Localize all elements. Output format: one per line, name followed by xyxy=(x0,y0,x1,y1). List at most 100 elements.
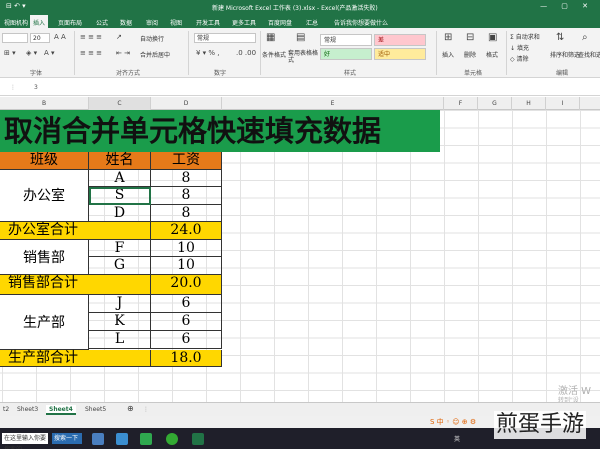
number-format-select[interactable]: 常规 xyxy=(194,33,256,43)
sort-filter-button[interactable]: 排序和筛选 xyxy=(550,50,580,59)
name-cell[interactable]: G xyxy=(89,257,151,275)
delete-cells-icon[interactable]: ⊟ xyxy=(466,32,474,43)
currency-icon[interactable]: ¥ ▾ % , xyxy=(196,49,220,57)
salary-cell[interactable]: 6 xyxy=(151,331,222,350)
salary-cell[interactable]: 8 xyxy=(151,187,222,205)
style-neutral[interactable]: 适中 xyxy=(374,48,426,60)
header-class[interactable]: 班级 xyxy=(0,152,89,170)
column-header-d[interactable]: D xyxy=(151,97,222,110)
tab-baidu-netdisk[interactable]: 百度网盘 xyxy=(268,18,292,27)
name-cell[interactable]: F xyxy=(89,239,151,257)
header-salary[interactable]: 工资 xyxy=(151,152,222,170)
name-cell[interactable]: J xyxy=(89,294,151,313)
title-banner[interactable]: 取消合并单元格快速填充数据 xyxy=(0,110,440,152)
header-name[interactable]: 姓名 xyxy=(89,152,151,170)
column-header-h[interactable]: H xyxy=(512,97,546,110)
delete-button[interactable]: 删除 xyxy=(464,50,476,59)
format-cells-icon[interactable]: ▣ xyxy=(488,32,497,43)
format-as-table-button[interactable]: 套用表格格式 xyxy=(288,50,318,64)
style-good[interactable]: 好 xyxy=(320,48,372,60)
wrap-text-button[interactable]: 自动换行 xyxy=(140,34,164,43)
taskbar-search-input[interactable]: 在这里输入你要搜索的 xyxy=(2,433,48,449)
tab-data[interactable]: 数据 xyxy=(120,18,132,27)
tab-home[interactable]: 插入 xyxy=(30,15,49,28)
column-header-f[interactable]: F xyxy=(444,97,478,110)
table-format-icon[interactable]: ▤ xyxy=(296,32,305,43)
table-row: F 10 xyxy=(0,239,222,257)
find-select-button[interactable]: 查找和选择 xyxy=(578,50,600,59)
tab-page-layout[interactable]: 页面布局 xyxy=(58,18,82,27)
name-cell[interactable]: D xyxy=(89,204,151,222)
fill-color-icon[interactable]: ◈ ▾ xyxy=(26,49,37,57)
ime-icon[interactable]: S 中 ◦ ☺ ⊕ ⚙ xyxy=(430,417,476,427)
tell-me-search[interactable]: 告诉我你想要做什么 xyxy=(334,18,388,27)
orientation-icon[interactable]: ↗ xyxy=(116,33,122,41)
sheet-tab-active[interactable]: Sheet4 xyxy=(46,405,76,415)
sheet-tab[interactable]: t2 xyxy=(0,405,12,415)
find-icon[interactable]: ⌕ xyxy=(582,32,588,43)
salary-cell[interactable]: 6 xyxy=(151,294,222,313)
style-normal[interactable]: 常规 xyxy=(320,34,372,46)
insert-cells-icon[interactable]: ⊞ xyxy=(444,32,452,43)
tab-more-tools[interactable]: 更多工具 xyxy=(232,18,256,27)
salary-cell[interactable]: 10 xyxy=(151,239,222,257)
salary-cell[interactable]: 8 xyxy=(151,204,222,222)
browser-icon[interactable] xyxy=(166,433,178,445)
salary-cell[interactable]: 10 xyxy=(151,257,222,275)
column-header-e[interactable]: E xyxy=(222,97,444,110)
tray-language[interactable]: 英 xyxy=(454,434,460,443)
font-name-select[interactable] xyxy=(2,33,28,43)
sheet-tab[interactable]: Sheet5 xyxy=(82,405,109,415)
column-header-b[interactable]: B xyxy=(0,97,89,110)
tab-file[interactable]: 视图机构 xyxy=(4,18,28,27)
name-cell-selected[interactable]: S xyxy=(89,187,151,205)
name-cell[interactable]: K xyxy=(89,312,151,332)
column-header-c[interactable]: C xyxy=(89,97,151,110)
subtotal-value[interactable]: 20.0 xyxy=(151,274,222,295)
conditional-format-icon[interactable]: ▦ xyxy=(266,32,275,43)
monitor-icon[interactable] xyxy=(116,433,128,445)
quick-access-icon[interactable]: ⊟ ↶ ▾ xyxy=(6,2,26,10)
media-player-icon[interactable] xyxy=(140,433,152,445)
subtotal-label[interactable]: 销售部合计 xyxy=(0,274,151,295)
excel-taskbar-icon[interactable] xyxy=(192,433,204,445)
tab-view[interactable]: 视图 xyxy=(170,18,182,27)
fill-button[interactable]: ↓ 填充 xyxy=(510,43,529,52)
subtotal-label[interactable]: 办公室合计 xyxy=(0,222,151,240)
add-sheet-icon[interactable]: ⊕ xyxy=(124,403,137,413)
format-button[interactable]: 格式 xyxy=(486,50,498,59)
tab-summary[interactable]: 汇总 xyxy=(306,18,318,27)
font-color-icon[interactable]: A ▾ xyxy=(44,49,55,57)
indent-icon[interactable]: ⇤ ⇥ xyxy=(116,49,130,57)
grow-font-icon[interactable]: A A xyxy=(54,33,66,41)
column-header-g[interactable]: G xyxy=(478,97,512,110)
formula-input[interactable]: 3 xyxy=(34,84,38,91)
align-top-icon[interactable]: ≡ ≡ ≡ xyxy=(80,33,102,41)
subtotal-value[interactable]: 24.0 xyxy=(151,222,222,240)
tab-review[interactable]: 审阅 xyxy=(146,18,158,27)
autosum-button[interactable]: Σ 自动求和 xyxy=(510,32,540,41)
name-cell[interactable]: L xyxy=(89,331,151,350)
merge-center-button[interactable]: 合并后居中 xyxy=(140,50,170,59)
salary-cell[interactable]: 8 xyxy=(151,169,222,187)
subtotal-label[interactable]: 生产部合计 xyxy=(0,349,151,367)
subtotal-value[interactable]: 18.0 xyxy=(151,349,222,367)
style-bad[interactable]: 差 xyxy=(374,34,426,46)
task-view-icon[interactable] xyxy=(92,433,104,445)
sheet-tab[interactable]: Sheet3 xyxy=(14,405,41,415)
tab-formulas[interactable]: 公式 xyxy=(96,18,108,27)
decimal-icon[interactable]: .0 .00 xyxy=(236,49,256,57)
border-icon[interactable]: ⊞ ▾ xyxy=(4,49,16,57)
window-controls[interactable]: — ▢ ✕ xyxy=(540,2,594,10)
name-cell[interactable]: A xyxy=(89,169,151,187)
sort-filter-icon[interactable]: ⇅ xyxy=(556,32,564,43)
taskbar-search-button[interactable]: 搜索一下 xyxy=(52,433,82,444)
column-header-i[interactable]: I xyxy=(546,97,580,110)
font-size-select[interactable]: 20 xyxy=(30,33,50,43)
tab-developer[interactable]: 开发工具 xyxy=(196,18,220,27)
clear-button[interactable]: ◇ 清除 xyxy=(510,54,529,63)
align-left-icon[interactable]: ≡ ≡ ≡ xyxy=(80,49,102,57)
salary-cell[interactable]: 6 xyxy=(151,312,222,332)
conditional-format-button[interactable]: 条件格式 xyxy=(262,50,286,59)
insert-button[interactable]: 插入 xyxy=(442,50,454,59)
